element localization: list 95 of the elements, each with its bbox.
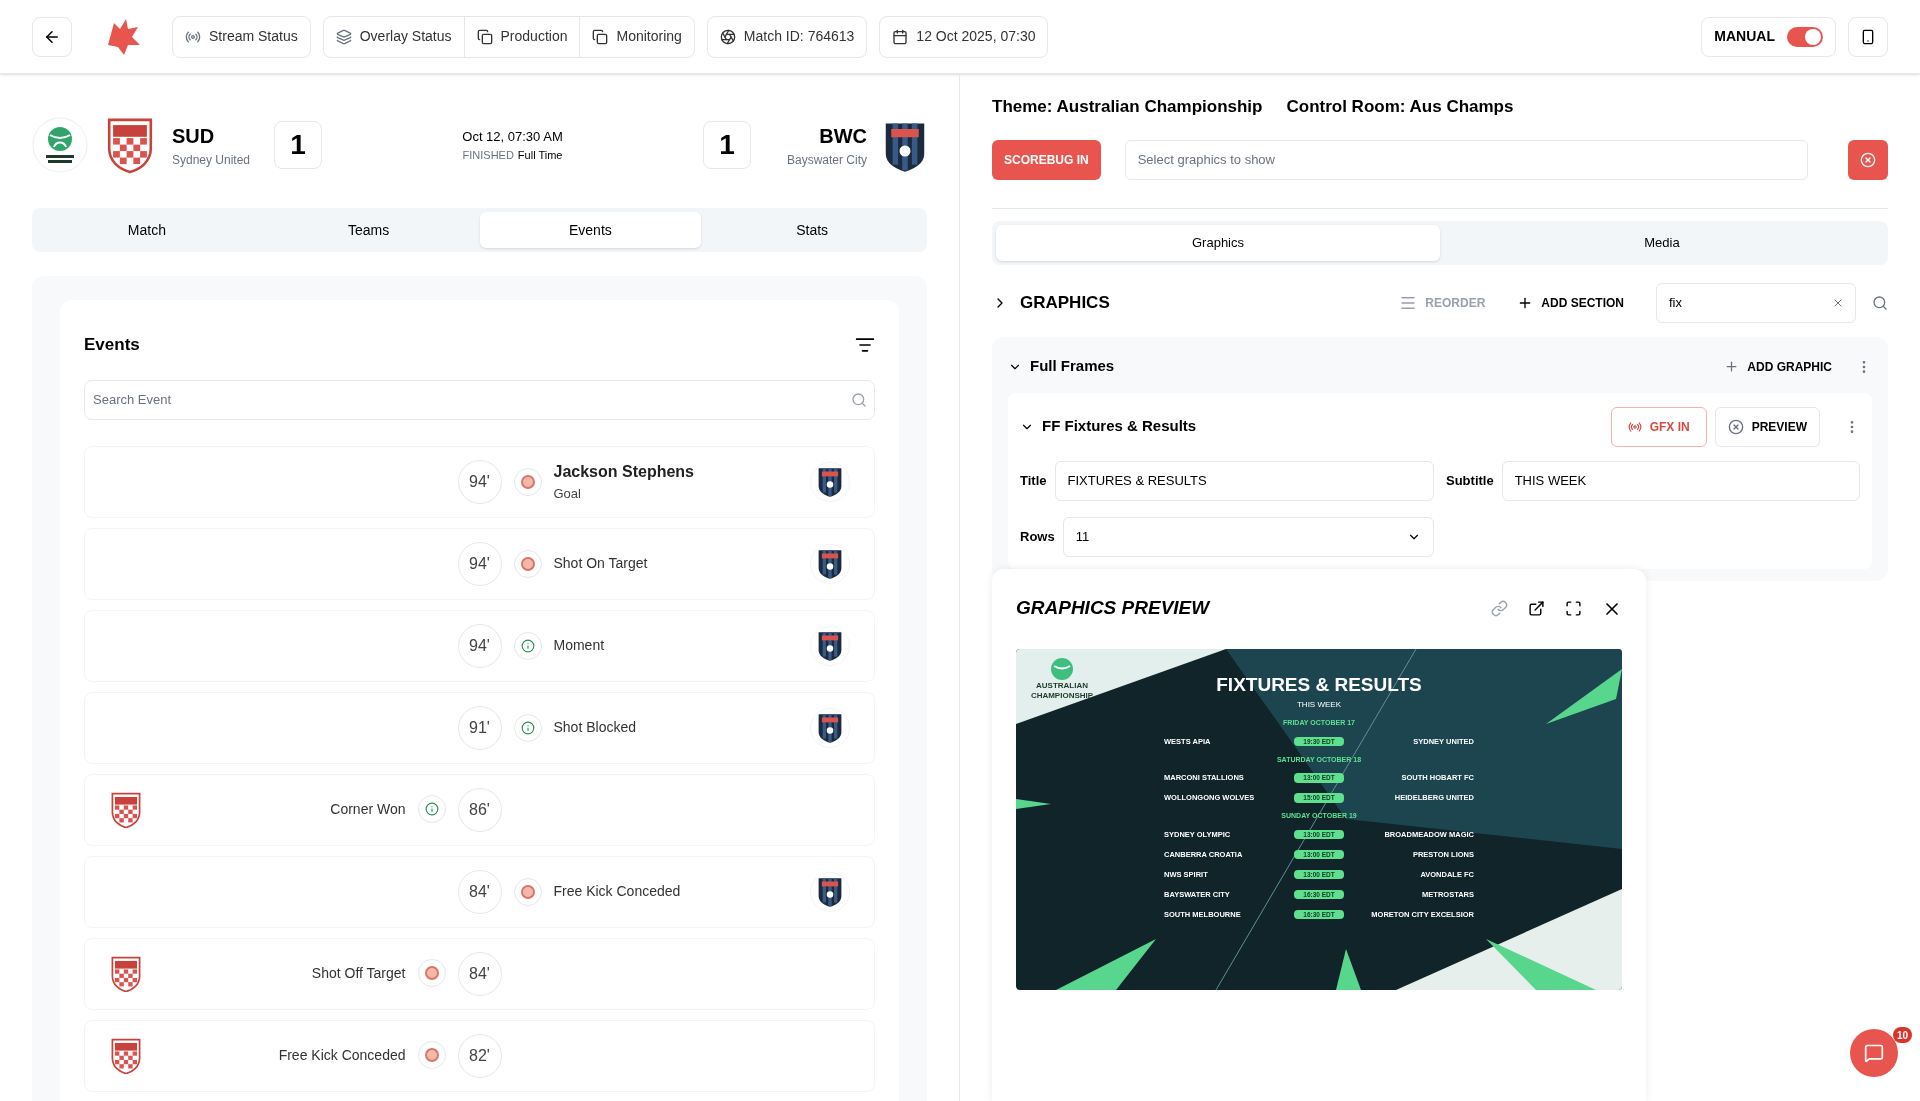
graphics-tab[interactable]: Media (1440, 224, 1884, 261)
event-title: Shot On Target (553, 554, 648, 573)
graphic-title: FF Fixtures & Results (1042, 416, 1197, 437)
match-tab[interactable]: Teams (257, 212, 480, 248)
fullscreen-icon[interactable] (1565, 600, 1582, 617)
event-title: Shot Off Target (311, 964, 406, 983)
team-name: Bayswater City (786, 152, 867, 169)
graphics-search-field[interactable]: fix (1656, 282, 1856, 323)
event-title: Jackson Stephens (553, 461, 694, 482)
event-title: Free Kick Conceded (553, 882, 681, 901)
overlay-status-button[interactable]: Overlay Status (323, 16, 465, 57)
mode-toggle[interactable] (1787, 26, 1823, 47)
calendar-icon (892, 28, 909, 45)
section-title: Full Frames (1030, 356, 1115, 377)
event-row[interactable]: Shot Off Target 84' (84, 937, 875, 1010)
stream-status-button[interactable]: Stream Status (173, 16, 310, 57)
team-crest-icon (109, 1036, 143, 1075)
notification-badge: 10 (1892, 1027, 1912, 1043)
team-code: BWC (819, 124, 867, 149)
field-label: Title (1020, 471, 1047, 490)
open-external-icon[interactable] (1528, 600, 1545, 617)
match-tab[interactable]: Match (36, 212, 258, 248)
match-date[interactable]: 12 Oct 2025, 07:30 (880, 16, 1048, 57)
event-title: Free Kick Conceded (278, 1046, 406, 1065)
event-title: Moment (553, 636, 605, 655)
field-label: Rows (1020, 527, 1055, 546)
theme-name: Theme: Australian Championship (992, 96, 1263, 118)
team-code: SUD (172, 124, 216, 149)
aperture-icon (719, 28, 736, 45)
event-row[interactable]: 94' Shot On Target (84, 527, 875, 600)
event-row[interactable]: 84' Free Kick Conceded (84, 855, 875, 928)
copy-icon (476, 28, 493, 45)
event-type: Goal (553, 484, 582, 503)
team-name: Sydney United (172, 152, 252, 169)
graphics-tab[interactable]: Graphics (996, 224, 1440, 261)
link-icon[interactable] (1491, 600, 1508, 617)
clear-icon (1860, 151, 1876, 168)
score: 1 (274, 121, 322, 169)
team-crest-icon (817, 629, 843, 662)
match-id[interactable]: Match ID: 764613 (707, 16, 867, 57)
monitoring-button[interactable]: Monitoring (580, 16, 694, 57)
logo-caption: AUSTRALIAN CHAMPIONSHIP (1029, 680, 1095, 701)
device-button[interactable] (1848, 16, 1888, 57)
add-section-button[interactable]: ADD SECTION (1517, 293, 1624, 312)
event-row[interactable]: Corner Won 86' (84, 773, 875, 846)
chat-icon (1864, 1043, 1884, 1063)
copy-icon (592, 28, 609, 45)
graphic-subheading: THIS WEEK (1297, 699, 1341, 711)
text-field[interactable]: THIS WEEK (1501, 460, 1860, 501)
search-field[interactable]: Search Event (84, 379, 875, 420)
event-row[interactable]: Free Kick Conceded 82' (84, 1019, 875, 1092)
production-button[interactable]: Production (464, 16, 581, 57)
score: 1 (703, 121, 751, 169)
search-icon (851, 391, 867, 408)
match-period: Full Time (517, 147, 563, 163)
rows-select[interactable]: 11 (1062, 516, 1434, 557)
match-tab[interactable]: Stats (701, 212, 923, 248)
event-title: Shot Blocked (553, 718, 636, 737)
mode-label: MANUAL (1714, 27, 1775, 46)
event-row[interactable]: 94' Moment (84, 609, 875, 682)
match-status: FINISHED (462, 147, 514, 163)
back-button[interactable] (32, 16, 72, 57)
team-crest-icon (817, 875, 843, 908)
search-icon[interactable] (1872, 294, 1888, 311)
team-crest-icon (817, 465, 843, 498)
team-crest-icon (817, 711, 843, 744)
scorebug-button[interactable]: SCOREBUG IN (992, 139, 1101, 180)
control-room-name: Control Room: Aus Champs (1286, 96, 1514, 118)
graphics-select[interactable]: Select graphics to show (1124, 139, 1808, 180)
match-datetime: Oct 12, 07:30 AM (462, 128, 563, 146)
graphics-title: GRAPHICS (1020, 291, 1110, 314)
gfx-in-button[interactable]: GFX IN (1610, 406, 1707, 447)
team-crest-icon (109, 790, 143, 829)
field-label: Subtitle (1446, 471, 1494, 490)
event-row[interactable]: 91' Shot Blocked (84, 691, 875, 764)
phone-icon (1860, 28, 1876, 45)
team-crest-icon (817, 547, 843, 580)
league-logo-icon (1048, 656, 1076, 681)
team-crest-icon (109, 954, 143, 993)
plus-icon (1724, 359, 1740, 374)
chat-button[interactable] (1850, 1029, 1898, 1077)
preview-button[interactable]: PREVIEW (1714, 406, 1820, 447)
event-title: Corner Won (330, 800, 406, 819)
clear-button[interactable] (1848, 139, 1888, 180)
event-row[interactable]: 94' Jackson Stephens Goal (84, 445, 875, 518)
add-graphic-button[interactable]: ADD GRAPHIC (1724, 357, 1832, 376)
preview-title: GRAPHICS PREVIEW (1016, 596, 1210, 621)
events-title: Events (84, 334, 140, 356)
close-circle-icon (1727, 418, 1744, 435)
text-field[interactable]: FIXTURES & RESULTS (1054, 460, 1434, 501)
league-logo-icon (32, 117, 88, 173)
broadcast-icon (1627, 419, 1642, 434)
graphic-heading: FIXTURES & RESULTS (1216, 672, 1422, 697)
match-tab[interactable]: Events (479, 212, 702, 248)
layers-icon (335, 28, 352, 45)
